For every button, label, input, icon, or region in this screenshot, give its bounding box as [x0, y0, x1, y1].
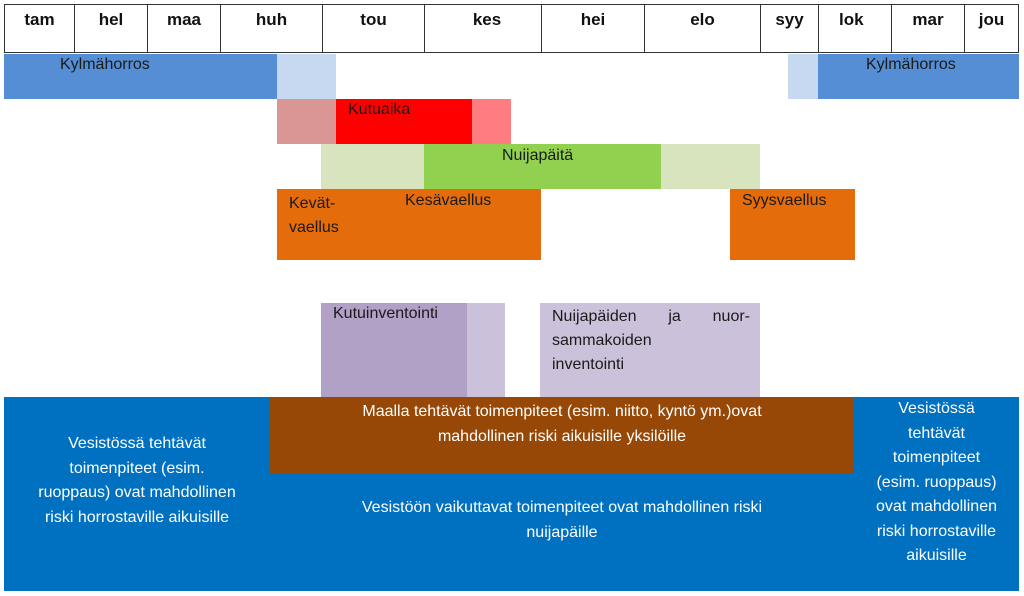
month-jul: hei [541, 5, 644, 52]
month-feb: hel [74, 5, 147, 52]
hibernation-bar-left: Kylmähorros [4, 54, 277, 99]
water-measures-right-text: Vesistössä tehtävät toimenpiteet (esim. … [876, 400, 997, 564]
spawn-inventory-bar: Kutuinventointi [321, 303, 467, 398]
tadpoles-label: Nuijapäitä [502, 147, 574, 164]
tadpoles-transition-late [661, 144, 760, 189]
month-sep: syy [760, 5, 818, 52]
month-oct: lok [818, 5, 891, 52]
hibernation-label-right: Kylmähorros [866, 56, 956, 73]
tadpole-inventory-label: Nuijapäiden ja nuor- sammakoiden invento… [552, 308, 750, 373]
tadpole-inventory-bar: Nuijapäiden ja nuor- sammakoiden invento… [540, 303, 760, 398]
autumn-migration-label: Syysvaellus [742, 192, 827, 209]
land-measures-text: Maalla tehtävät toimenpiteet (esim. niit… [362, 403, 762, 445]
spawning-label: Kutuaika [348, 101, 411, 118]
month-dec: jou [964, 5, 1018, 52]
hibernation-label-left: Kylmähorros [60, 56, 150, 73]
spawning-transition-early [277, 99, 336, 144]
spawn-inventory-label: Kutuinventointi [333, 305, 438, 322]
month-may: tou [322, 5, 424, 52]
month-mar: maa [147, 5, 220, 52]
water-measures-left-text: Vesistössä tehtävät toimenpiteet (esim. … [38, 435, 236, 526]
month-aug: elo [644, 5, 760, 52]
month-apr: huh [220, 5, 322, 52]
summer-migration-label: Kesävaellus [405, 192, 492, 209]
hibernation-transition-autumn [788, 54, 818, 99]
month-jun: kes [424, 5, 541, 52]
tadpoles-transition-early [321, 144, 424, 189]
tadpoles-bar: Nuijapäitä [424, 144, 661, 189]
hibernation-bar-right: Kylmähorros [818, 54, 1019, 99]
month-header: tam hel maa huh tou kes hei elo syy lok … [4, 4, 1019, 53]
spawning-transition-late [472, 99, 511, 144]
autumn-migration-bar: Syysvaellus [730, 189, 855, 260]
water-measures-middle-text: Vesistöön vaikuttavat toimenpiteet ovat … [361, 499, 763, 541]
spawning-bar: Kutuaika [336, 99, 472, 144]
spawn-inventory-extension [467, 303, 505, 398]
month-jan: tam [24, 10, 55, 29]
spring-summer-migration-bar: Kevät- vaellus Kesävaellus [277, 189, 541, 260]
spring-migration-label: Kevät- vaellus [289, 195, 339, 236]
month-nov: mar [891, 5, 964, 52]
hibernation-transition-spring [277, 54, 336, 99]
